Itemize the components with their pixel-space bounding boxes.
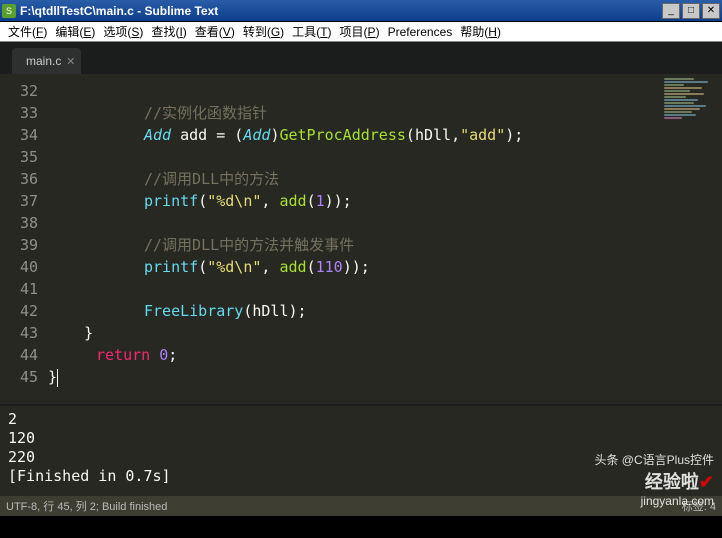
code-line: //调用DLL中的方法 xyxy=(48,168,662,190)
menubar: 文件(F) 编辑(E) 选项(S) 查找(I) 查看(V) 转到(G) 工具(T… xyxy=(0,22,722,42)
code-line xyxy=(48,80,662,102)
code-line: } xyxy=(48,366,662,388)
output-line: 120 xyxy=(8,429,714,448)
tab-label: main.c xyxy=(26,54,61,68)
menu-edit[interactable]: 编辑(E) xyxy=(51,21,99,42)
menu-find[interactable]: 查找(I) xyxy=(147,21,190,42)
code-line: } xyxy=(48,322,662,344)
code-line xyxy=(48,146,662,168)
status-left: UTF-8, 行 45, 列 2; Build finished xyxy=(6,498,167,514)
code-line xyxy=(48,278,662,300)
menu-goto[interactable]: 转到(G) xyxy=(239,21,288,42)
window-buttons: _ □ ✕ xyxy=(660,3,720,19)
window-title: F:\qtdllTestC\main.c - Sublime Text xyxy=(20,4,660,18)
code-line: FreeLibrary(hDll); xyxy=(48,300,662,322)
tab-main-c[interactable]: main.c ✕ xyxy=(12,48,81,74)
code-line: printf("%d\n", add(110)); xyxy=(48,256,662,278)
app-icon: S xyxy=(2,4,16,18)
tabbar: main.c ✕ xyxy=(0,42,722,74)
code-line: //调用DLL中的方法并触发事件 xyxy=(48,234,662,256)
code-line: //实例化函数指针 xyxy=(48,102,662,124)
minimize-button[interactable]: _ xyxy=(662,3,680,19)
code-line: printf("%d\n", add(1)); xyxy=(48,190,662,212)
menu-file[interactable]: 文件(F) xyxy=(4,21,51,42)
menu-help[interactable]: 帮助(H) xyxy=(456,21,505,42)
close-icon[interactable]: ✕ xyxy=(66,55,75,68)
gutter: 3233343536373839404142434445 xyxy=(0,74,48,404)
menu-tools[interactable]: 工具(T) xyxy=(288,21,335,42)
code-area[interactable]: //实例化函数指针 Add add = (Add)GetProcAddress(… xyxy=(48,74,662,404)
code-line xyxy=(48,212,662,234)
code-line: Add add = (Add)GetProcAddress(hDll,"add"… xyxy=(48,124,662,146)
menu-view[interactable]: 查看(V) xyxy=(191,21,239,42)
titlebar: S F:\qtdllTestC\main.c - Sublime Text _ … xyxy=(0,0,722,22)
output-line: 2 xyxy=(8,410,714,429)
close-button[interactable]: ✕ xyxy=(702,3,720,19)
watermark: 头条 @C语言Plus控件 经验啦✔ jingyanla.com xyxy=(594,451,714,508)
minimap[interactable] xyxy=(662,74,722,404)
code-line: return 0; xyxy=(48,344,662,366)
menu-project[interactable]: 项目(P) xyxy=(336,21,384,42)
menu-selection[interactable]: 选项(S) xyxy=(99,21,147,42)
text-cursor xyxy=(57,369,58,387)
editor: 3233343536373839404142434445 //实例化函数指针 A… xyxy=(0,74,722,404)
menu-preferences[interactable]: Preferences xyxy=(384,23,457,41)
maximize-button[interactable]: □ xyxy=(682,3,700,19)
